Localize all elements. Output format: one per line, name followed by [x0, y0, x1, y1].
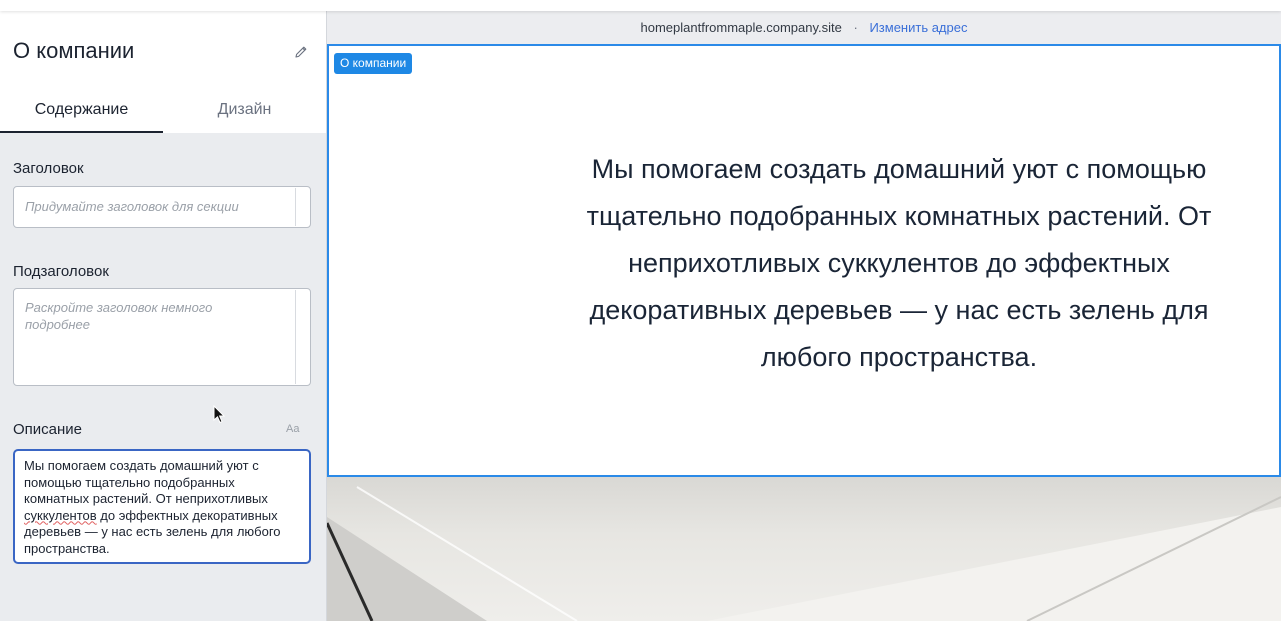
text-format-toggle[interactable]: Aa [286, 423, 299, 435]
description-text-start: Мы помогаем создать домашний уют с помощ… [24, 458, 268, 506]
heading-placeholder: Придумайте заголовок для секции [25, 199, 239, 214]
sidebar-header: О компании Содержание Дизайн [0, 11, 326, 133]
change-address-link[interactable]: Изменить адрес [869, 20, 967, 35]
subheading-input[interactable]: Раскройте заголовок немного подробнее [13, 288, 311, 386]
url-separator: · [853, 20, 858, 35]
editor-sidebar: О компании Содержание Дизайн Заголовок П… [0, 11, 327, 621]
tab-design[interactable]: Дизайн [163, 87, 326, 133]
pencil-icon[interactable] [293, 44, 309, 60]
top-strip [0, 0, 1281, 11]
photo-ceiling-lines [327, 486, 1281, 621]
url-bar: homeplantfrommaple.company.site · Измени… [327, 11, 1281, 44]
site-preview: homeplantfrommaple.company.site · Измени… [327, 11, 1281, 621]
heading-label: Заголовок [13, 160, 84, 177]
subheading-input-scrollbar[interactable] [295, 290, 296, 384]
subheading-placeholder: Раскройте заголовок немного подробнее [25, 300, 213, 332]
section-badge[interactable]: О компании [334, 53, 413, 74]
mouse-pointer-icon [213, 404, 227, 425]
hero-photo [327, 477, 1281, 621]
heading-input-divider [295, 188, 296, 226]
description-textarea[interactable]: Мы помогаем создать домашний уют с помощ… [13, 449, 311, 564]
tab-content[interactable]: Содержание [0, 87, 163, 133]
site-url: homeplantfrommaple.company.site [640, 20, 842, 35]
panel-title: О компании [13, 38, 135, 63]
subheading-label: Подзаголовок [13, 263, 109, 280]
section-text: Мы помогаем создать домашний уют с помощ… [586, 154, 1212, 372]
description-label: Описание [13, 421, 83, 438]
about-section[interactable]: О компании Мы помогаем создать домашний … [327, 44, 1281, 477]
heading-input[interactable]: Придумайте заголовок для секции [13, 186, 311, 228]
description-spellcheck-word: суккулентов [24, 507, 97, 523]
